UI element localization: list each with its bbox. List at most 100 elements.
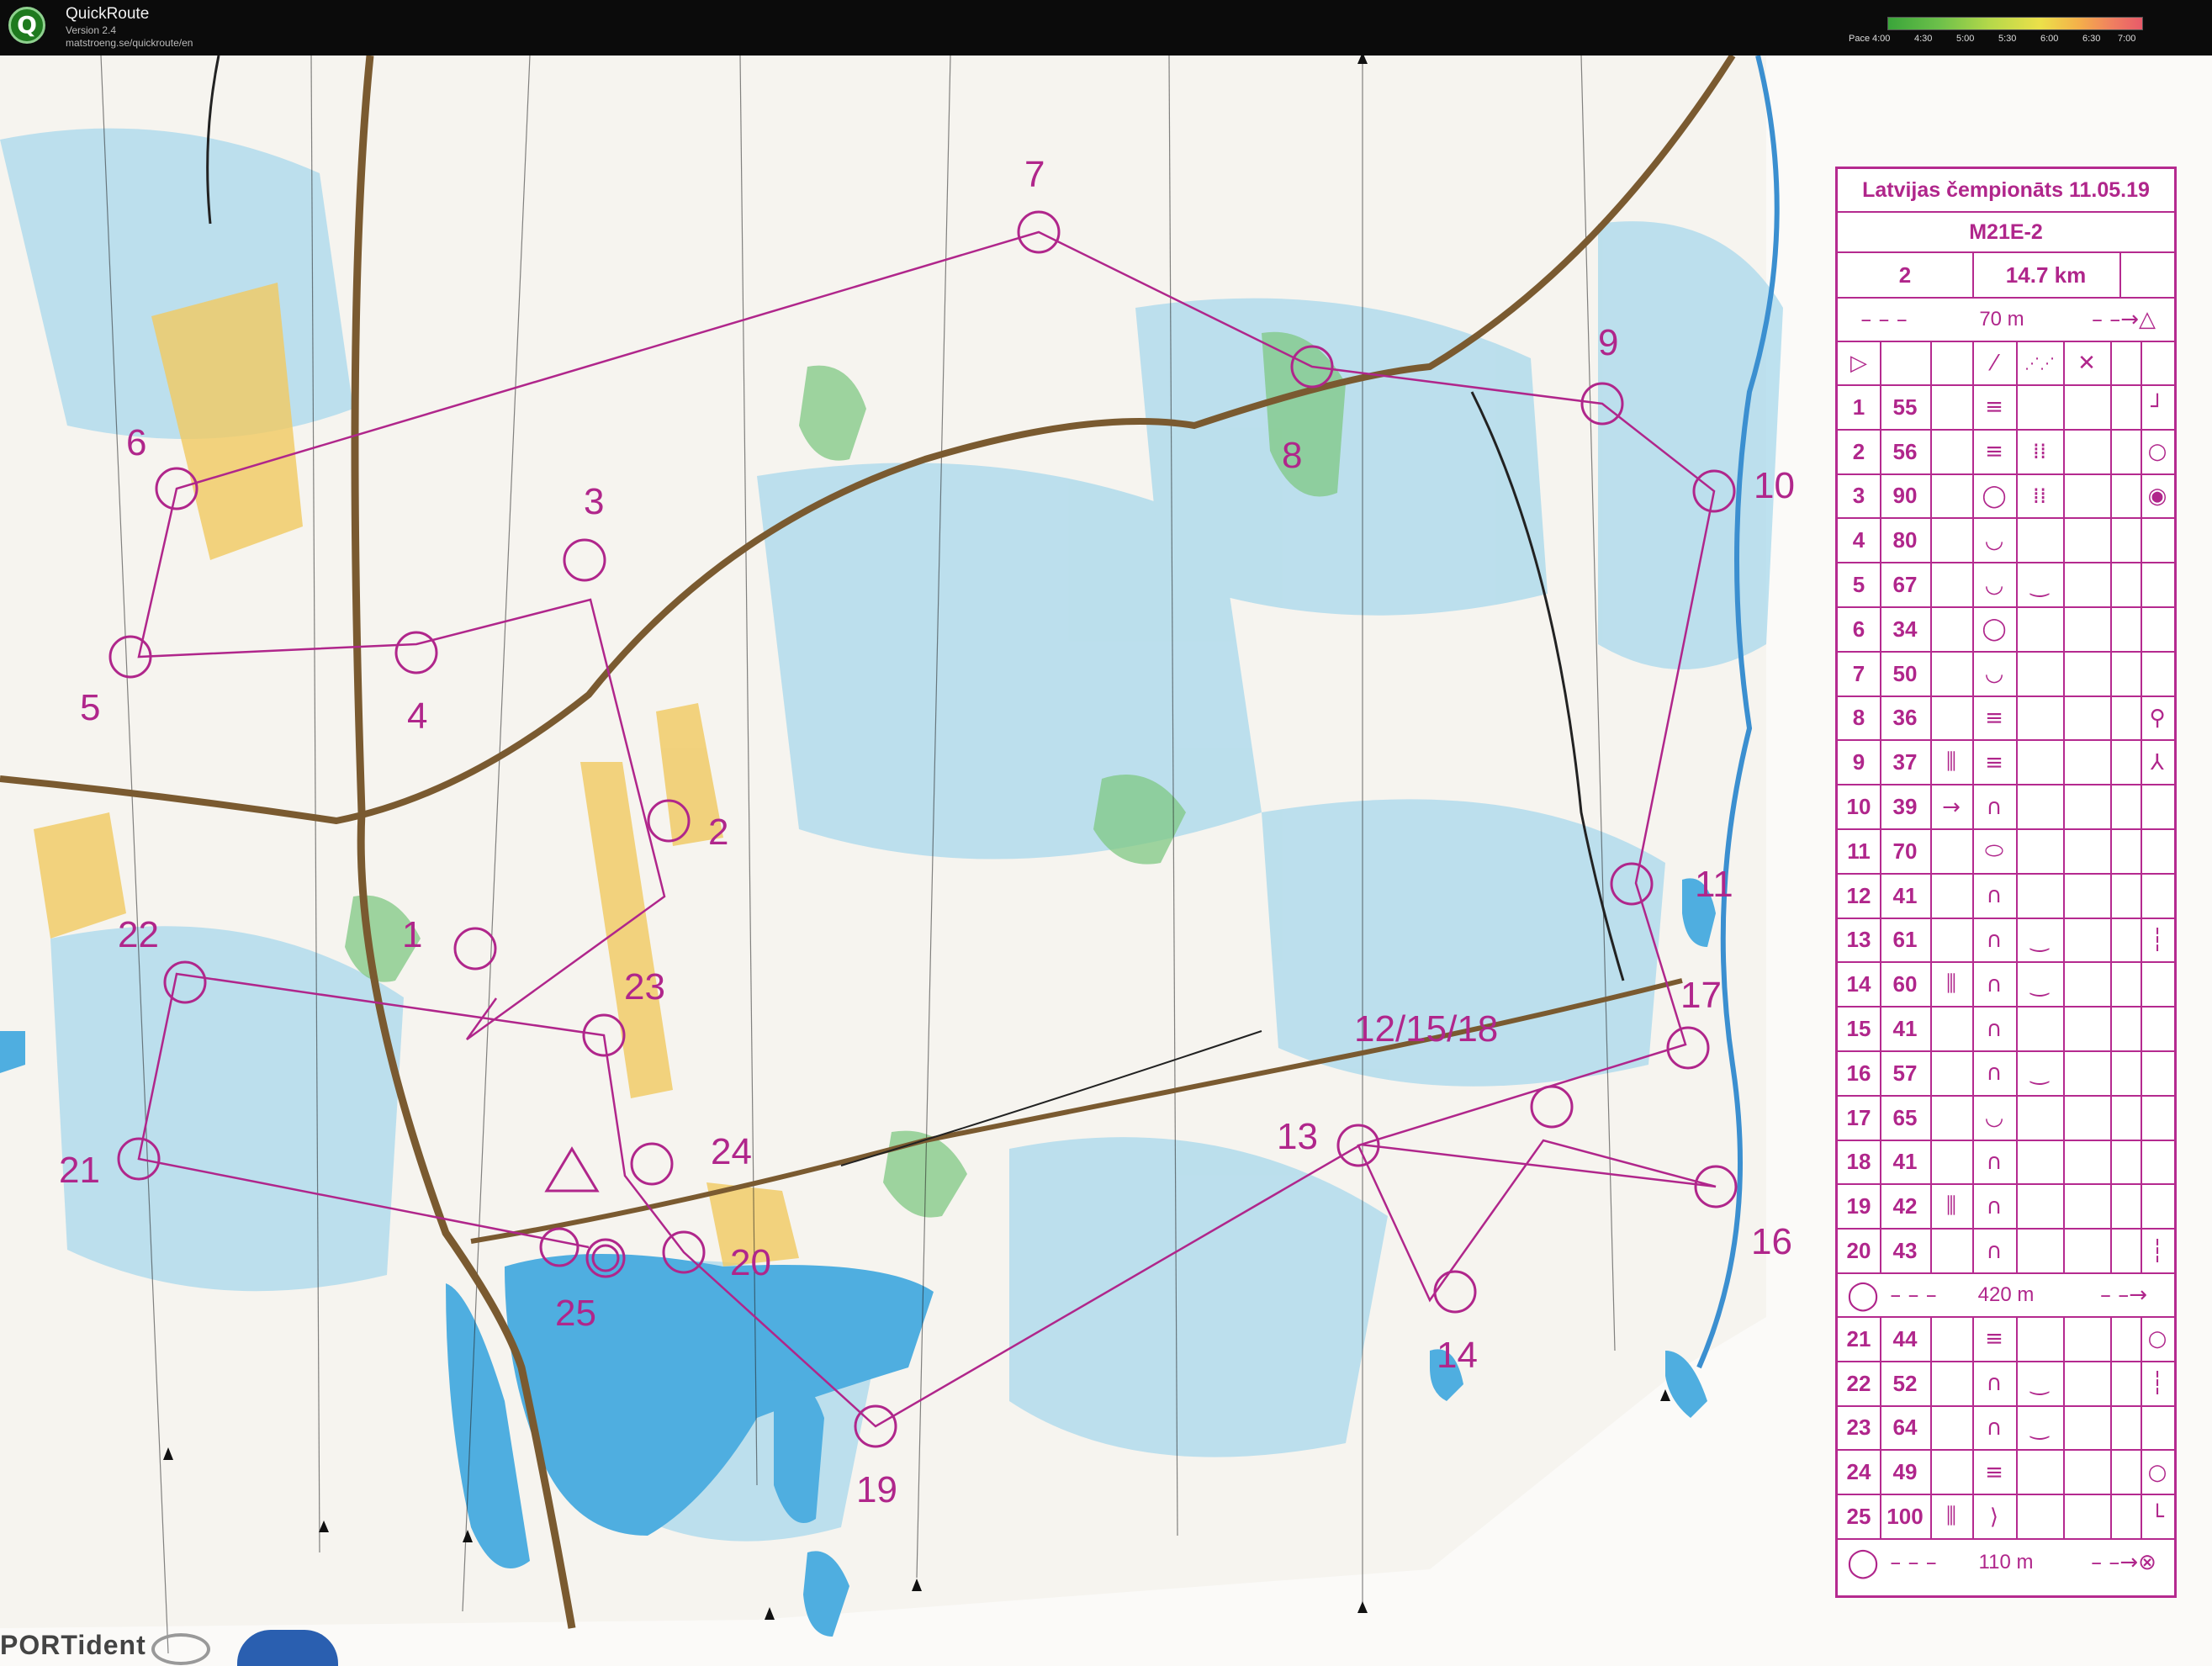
control-appearance-icon [2016,386,2063,429]
control-row: 9 37 ⫼ ≡ ⅄ [1838,741,2174,786]
control-row: 8 36 ≡ ⚲ [1838,696,2174,742]
control-description-sheet: Latvijas čempionāts 11.05.19 M21E-2 2 14… [1835,167,2177,1598]
control-empty-cell [2063,431,2110,473]
control-feature-icon: ◡ [1984,1105,2004,1131]
control-seq: 2 [1852,438,1865,464]
control-feature-icon: ⟩ [1989,1504,1999,1530]
control-code: 80 [1892,527,1918,553]
control-feature-icon: ⬭ [1984,838,2004,864]
control-code: 49 [1892,1459,1918,1485]
control-which-icon [1930,1052,1972,1095]
control-code: 90 [1892,483,1918,509]
control-empty-cell [2110,653,2141,695]
control-row: 19 42 ⫼ ∩ [1838,1185,2174,1230]
cross-icon: ✕ [2077,351,2096,376]
control-row: 11 70 ⬭ [1838,830,2174,875]
control-row: 20 43 ∩ ┆ [1838,1230,2174,1274]
control-row: 21 44 ≡ ○ [1838,1318,2174,1362]
control-empty-cell [2063,697,2110,740]
control-seq: 22 [1846,1370,1871,1396]
control-feature-icon: ≡ [1985,749,2003,775]
control-row: 17 65 ◡ [1838,1096,2174,1141]
control-empty-cell [2110,563,2141,606]
control-code: 50 [1892,660,1918,686]
control-number-23: 23 [624,966,665,1008]
control-code: 43 [1892,1238,1918,1264]
control-number-19: 19 [856,1469,897,1510]
desc-title-row: Latvijas čempionāts 11.05.19 [1838,169,2174,213]
control-empty-cell [2110,1185,2141,1228]
control-seq: 23 [1846,1415,1871,1441]
dashed-line-icon: – – – [1890,1283,1937,1308]
control-location-icon: ⅄ [2151,749,2164,775]
control-code: 41 [1892,1149,1918,1175]
control-empty-cell [2110,1318,2141,1361]
course-length: 14.7 km [2005,262,2087,288]
control-number-17: 17 [1680,975,1722,1016]
control-code: 67 [1892,572,1918,598]
control-empty-cell [2063,386,2110,429]
control-empty-cell [2063,1407,2110,1450]
control-feature-icon: ◡ [1984,661,2004,687]
control-row: 12 41 ∩ [1838,874,2174,919]
control-code: 36 [1892,705,1918,731]
dashed-line-icon: – – – [1890,1550,1937,1575]
control-seq: 15 [1846,1016,1871,1042]
control-which-icon: ⫼ [1946,749,1956,775]
quickroute-logo-icon: Q [8,7,45,44]
control-seq: 4 [1852,527,1865,553]
control-empty-cell [2110,1008,2141,1050]
sponsor-logos: PORTident [0,1623,353,1666]
control-code: 41 [1892,1016,1918,1042]
control-code: 39 [1892,794,1918,820]
control-seq: 18 [1846,1149,1871,1175]
control-location-icon [2141,875,2174,918]
control-seq: 20 [1846,1238,1871,1264]
pace-color-scale [1887,17,2143,30]
control-code: 57 [1892,1060,1918,1086]
control-code: 42 [1892,1193,1918,1219]
control-empty-cell [2110,1407,2141,1450]
sportident-logo: PORTident [0,1630,146,1660]
control-location-icon: ┆ [2151,927,2164,953]
control-number-13: 13 [1277,1116,1318,1157]
control-empty-cell [2063,1008,2110,1050]
course-class: M21E-2 [1969,219,2043,244]
control-which-icon [1930,697,1972,740]
control-appearance-icon [2016,519,2063,562]
control-row: 13 61 ∩ ‿ ┆ [1838,918,2174,964]
control-empty-cell [2110,519,2141,562]
control-appearance-icon [2016,1230,2063,1272]
control-empty-cell [2110,1230,2141,1272]
control-code: 61 [1892,927,1918,953]
control-location-icon [2141,1185,2174,1228]
control-feature-icon: ∩ [1986,1415,2003,1441]
control-code: 41 [1892,882,1918,908]
control-empty-cell [2110,1362,2141,1405]
control-feature-icon: ◡ [1984,527,2004,553]
control-empty-cell [2110,608,2141,651]
control-appearance-icon [2016,741,2063,784]
control-location-icon: └ [2151,1504,2164,1530]
app-url[interactable]: matstroeng.se/quickroute/en [66,37,193,49]
control-row: 2 56 ≡ ⁞⁞ ○ [1838,430,2174,475]
control-seq: 7 [1852,660,1865,686]
orienteering-map[interactable]: 1 2 3 4 5 6 7 8 9 10 11 12/15/18 13 14 1… [0,56,2212,1666]
control-row: 22 52 ∩ ‿ ┆ [1838,1362,2174,1407]
control-empty-cell [2063,875,2110,918]
control-number-10: 10 [1754,465,1795,506]
control-feature-icon: ≡ [1985,705,2003,731]
pace-tick: 5:30 [1998,34,2017,44]
control-which-icon [1930,653,1972,695]
control-location-icon: ◉ [2147,483,2167,509]
control-code: 55 [1892,394,1918,420]
control-empty-cell [2063,785,2110,828]
control-empty-cell [2110,1495,2141,1538]
control-number-6: 6 [126,422,146,463]
control-empty-cell [2063,830,2110,873]
control-feature-icon: ∩ [1986,1149,2003,1175]
arrow-right-icon: – –→ [2099,1283,2148,1308]
control-feature-icon: ◡ [1984,572,2004,598]
control-feature-icon: ∩ [1986,1193,2003,1219]
control-which-icon [1930,919,1972,962]
